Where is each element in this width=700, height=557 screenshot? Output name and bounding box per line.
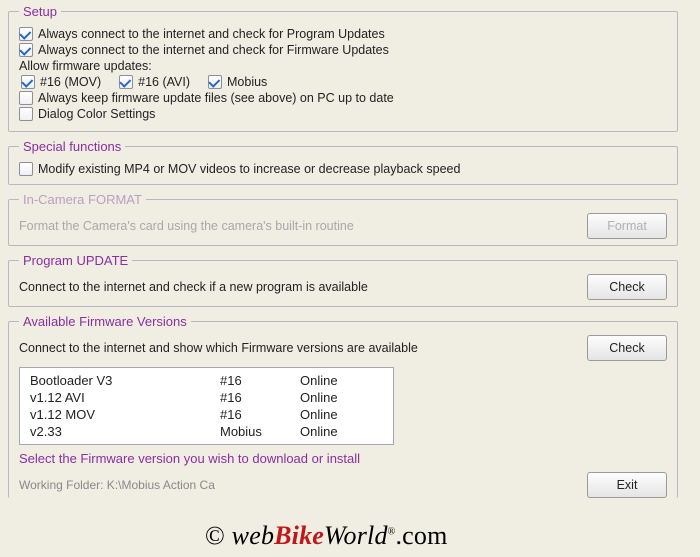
allow-firmware-label: Allow firmware updates: bbox=[19, 59, 152, 73]
checkbox-16-avi[interactable] bbox=[119, 75, 133, 89]
program-update-group: Program UPDATE Connect to the internet a… bbox=[8, 253, 678, 307]
checkbox-mobius[interactable] bbox=[208, 75, 222, 89]
fw-name: v1.12 AVI bbox=[30, 390, 220, 405]
special-functions-group: Special functions Modify existing MP4 or… bbox=[8, 139, 678, 185]
table-row[interactable]: v1.12 MOV #16 Online bbox=[20, 406, 393, 423]
format-description: Format the Camera's card using the camer… bbox=[19, 219, 577, 233]
label-firmware-updates: Always connect to the internet and check… bbox=[38, 43, 389, 57]
firmware-group: Available Firmware Versions Connect to t… bbox=[8, 314, 678, 498]
special-functions-legend: Special functions bbox=[19, 139, 125, 154]
fw-status: Online bbox=[300, 424, 383, 439]
fw-id: Mobius bbox=[220, 424, 300, 439]
label-16-avi: #16 (AVI) bbox=[138, 75, 190, 89]
label-mobius: Mobius bbox=[227, 75, 267, 89]
working-folder-label: Working Folder: K:\Mobius Action Ca bbox=[19, 478, 577, 492]
setup-group: Setup Always connect to the internet and… bbox=[8, 4, 678, 132]
label-keep-fw-files: Always keep firmware update files (see a… bbox=[38, 91, 394, 105]
format-legend: In-Camera FORMAT bbox=[19, 192, 146, 207]
program-check-button[interactable]: Check bbox=[587, 274, 667, 300]
checkbox-keep-fw-files[interactable] bbox=[19, 91, 33, 105]
firmware-check-button[interactable]: Check bbox=[587, 335, 667, 361]
checkbox-modify-mp4[interactable] bbox=[19, 162, 33, 176]
checkbox-16-mov[interactable] bbox=[21, 75, 35, 89]
setup-legend: Setup bbox=[19, 4, 61, 19]
checkbox-dialog-color[interactable] bbox=[19, 107, 33, 121]
label-modify-mp4: Modify existing MP4 or MOV videos to inc… bbox=[38, 162, 460, 176]
program-update-legend: Program UPDATE bbox=[19, 253, 132, 268]
table-row[interactable]: Bootloader V3 #16 Online bbox=[20, 372, 393, 389]
firmware-legend: Available Firmware Versions bbox=[19, 314, 191, 329]
firmware-description: Connect to the internet and show which F… bbox=[19, 341, 577, 355]
exit-button[interactable]: Exit bbox=[587, 472, 667, 498]
fw-name: Bootloader V3 bbox=[30, 373, 220, 388]
program-update-description: Connect to the internet and check if a n… bbox=[19, 280, 577, 294]
fw-status: Online bbox=[300, 407, 383, 422]
fw-status: Online bbox=[300, 373, 383, 388]
fw-id: #16 bbox=[220, 373, 300, 388]
checkbox-firmware-updates[interactable] bbox=[19, 43, 33, 57]
firmware-select-prompt: Select the Firmware version you wish to … bbox=[19, 451, 667, 466]
table-row[interactable]: v1.12 AVI #16 Online bbox=[20, 389, 393, 406]
table-row[interactable]: v2.33 Mobius Online bbox=[20, 423, 393, 440]
fw-id: #16 bbox=[220, 407, 300, 422]
label-16-mov: #16 (MOV) bbox=[40, 75, 101, 89]
checkbox-program-updates[interactable] bbox=[19, 27, 33, 41]
fw-id: #16 bbox=[220, 390, 300, 405]
fw-name: v1.12 MOV bbox=[30, 407, 220, 422]
format-group: In-Camera FORMAT Format the Camera's car… bbox=[8, 192, 678, 246]
format-button: Format bbox=[587, 213, 667, 239]
fw-name: v2.33 bbox=[30, 424, 220, 439]
fw-status: Online bbox=[300, 390, 383, 405]
firmware-table[interactable]: Bootloader V3 #16 Online v1.12 AVI #16 O… bbox=[19, 367, 394, 445]
label-dialog-color: Dialog Color Settings bbox=[38, 107, 155, 121]
label-program-updates: Always connect to the internet and check… bbox=[38, 27, 385, 41]
